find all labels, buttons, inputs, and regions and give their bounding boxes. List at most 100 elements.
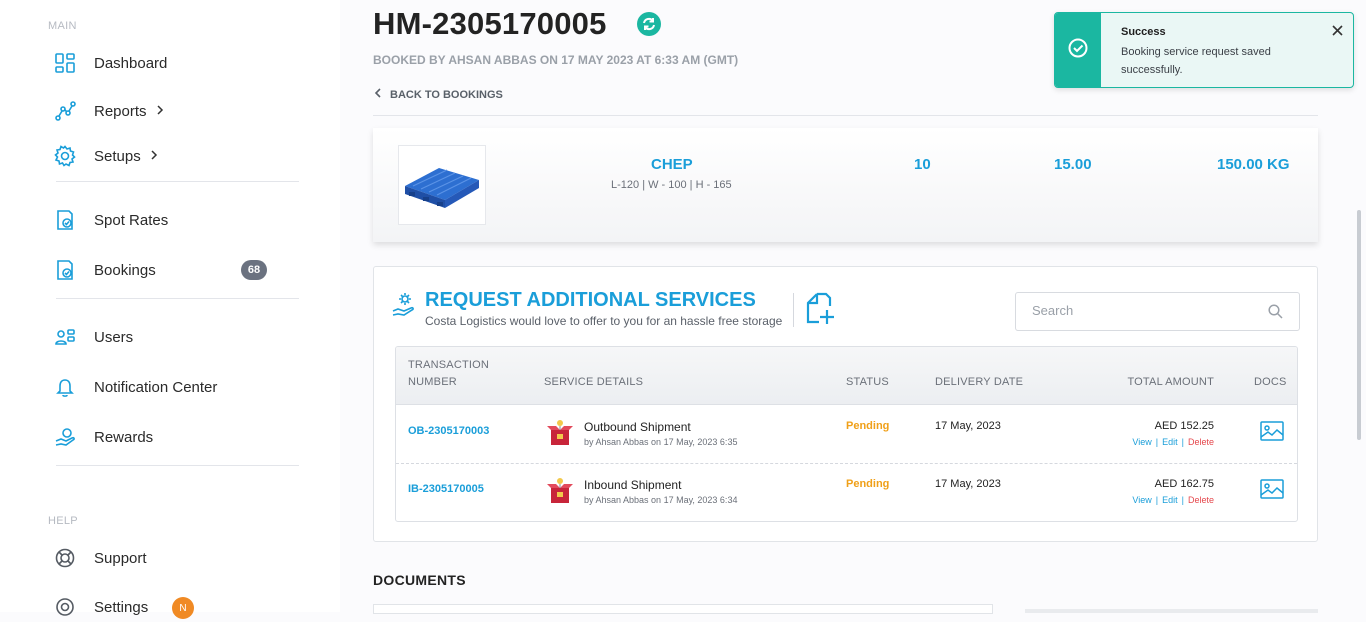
sidebar-divider bbox=[56, 465, 299, 466]
gear-icon bbox=[52, 594, 78, 620]
close-icon[interactable] bbox=[1332, 23, 1343, 41]
support-icon bbox=[52, 545, 78, 571]
sidebar-item-spot-rates[interactable]: Spot Rates bbox=[52, 205, 168, 235]
sidebar-item-label: Reports bbox=[94, 102, 147, 120]
status-badge: Pending bbox=[846, 420, 890, 432]
pallet-name: CHEP bbox=[651, 156, 693, 173]
edit-link[interactable]: Edit bbox=[1162, 495, 1178, 505]
sidebar-item-reports[interactable]: Reports bbox=[52, 96, 165, 126]
shipment-box-icon bbox=[546, 476, 574, 511]
sidebar-item-dashboard[interactable]: Dashboard bbox=[52, 48, 167, 78]
sidebar-item-settings[interactable]: Settings bbox=[52, 592, 148, 622]
page-scrollbar[interactable] bbox=[1357, 210, 1361, 440]
delivery-date: 17 May, 2023 bbox=[935, 478, 1001, 490]
sidebar-item-notification-center[interactable]: Notification Center bbox=[52, 372, 217, 402]
shipment-box-icon bbox=[546, 418, 574, 453]
table-row: IB-2305170005 Inbound Shipment by Ahsan … bbox=[396, 464, 1297, 521]
delete-link[interactable]: Delete bbox=[1188, 437, 1214, 447]
edit-link[interactable]: Edit bbox=[1162, 437, 1178, 447]
sidebar-item-label: Support bbox=[94, 549, 147, 567]
sidebar-item-label: Notification Center bbox=[94, 378, 218, 396]
document-image-icon[interactable] bbox=[1260, 421, 1284, 446]
sidebar-item-label: Users bbox=[94, 328, 134, 346]
additional-services-panel: REQUEST ADDITIONAL SERVICES Costa Logist… bbox=[373, 266, 1318, 542]
col-header-transaction: TRANSACTION NUMBER bbox=[408, 357, 489, 391]
pallet-dimensions: L-120 | W - 100 | H - 165 bbox=[611, 179, 732, 191]
gear-icon bbox=[52, 143, 78, 169]
col-header-status: STATUS bbox=[846, 376, 889, 388]
view-link[interactable]: View bbox=[1132, 437, 1151, 447]
bell-icon bbox=[52, 374, 78, 400]
sidebar-item-rewards[interactable]: Rewards bbox=[52, 422, 153, 452]
back-to-bookings-link[interactable]: BACK TO BOOKINGS bbox=[374, 88, 503, 101]
services-title: REQUEST ADDITIONAL SERVICES bbox=[425, 289, 756, 311]
pallet-unit-weight: 15.00 bbox=[1054, 156, 1092, 173]
col-header-docs: DOCS bbox=[1254, 376, 1287, 388]
add-service-file-icon[interactable] bbox=[804, 292, 836, 331]
delete-link[interactable]: Delete bbox=[1188, 495, 1214, 505]
users-icon bbox=[52, 324, 78, 350]
col-header-transaction-line1: TRANSACTION bbox=[408, 359, 490, 371]
settings-badge: N bbox=[172, 597, 194, 619]
table-row: OB-2305170003 Outbound Shipment by Ahsan… bbox=[396, 406, 1297, 464]
chevron-right-icon bbox=[155, 102, 165, 120]
page-title: HM-2305170005 bbox=[373, 6, 607, 41]
sidebar-item-label: Dashboard bbox=[94, 54, 168, 72]
reports-icon bbox=[52, 98, 78, 124]
sidebar-item-label: Rewards bbox=[94, 428, 154, 446]
sidebar-item-label: Settings bbox=[94, 598, 149, 616]
main-content: HM-2305170005 BOOKED BY AHSAN ABBAS ON 1… bbox=[340, 0, 1366, 614]
pallet-quantity: 10 bbox=[914, 156, 931, 173]
document-image-icon[interactable] bbox=[1260, 479, 1284, 504]
sidebar-divider bbox=[56, 181, 299, 182]
col-header-transaction-line2: NUMBER bbox=[408, 376, 457, 388]
help-section-label: HELP bbox=[48, 515, 78, 527]
sidebar-item-label: Bookings bbox=[94, 261, 156, 279]
success-toast: Success Booking service request saved su… bbox=[1054, 12, 1354, 88]
status-badge: Pending bbox=[846, 478, 890, 490]
pallet-image bbox=[398, 145, 486, 225]
row-actions: View | Edit | Delete bbox=[1132, 495, 1214, 505]
sidebar-item-setups[interactable]: Setups bbox=[52, 141, 159, 171]
col-header-delivery-date: DELIVERY DATE bbox=[935, 376, 1024, 388]
row-actions: View | Edit | Delete bbox=[1132, 437, 1214, 447]
bookings-count-badge: 68 bbox=[241, 260, 267, 280]
refresh-icon[interactable] bbox=[637, 12, 661, 41]
service-author: by Ahsan Abbas on 17 May, 2023 6:35 bbox=[584, 437, 738, 447]
sidebar-item-bookings[interactable]: Bookings bbox=[52, 255, 156, 285]
documents-heading: DOCUMENTS bbox=[373, 572, 466, 588]
sidebar-item-support[interactable]: Support bbox=[52, 543, 147, 573]
transaction-number-link[interactable]: IB-2305170005 bbox=[408, 483, 484, 495]
col-header-total-amount: TOTAL AMOUNT bbox=[1127, 376, 1214, 388]
action-separator: | bbox=[1155, 495, 1159, 505]
chevron-right-icon bbox=[149, 147, 159, 165]
bookings-icon bbox=[52, 257, 78, 283]
check-circle-icon bbox=[1068, 38, 1088, 63]
sidebar-item-users[interactable]: Users bbox=[52, 322, 133, 352]
sidebar-item-label: Setups bbox=[94, 147, 141, 165]
vertical-divider bbox=[793, 293, 794, 327]
table-header: TRANSACTION NUMBER SERVICE DETAILS STATU… bbox=[396, 347, 1297, 405]
search-input[interactable] bbox=[1032, 303, 1262, 318]
search-icon bbox=[1268, 304, 1283, 324]
transaction-number-link[interactable]: OB-2305170003 bbox=[408, 425, 489, 437]
back-link-label: BACK TO BOOKINGS bbox=[390, 88, 503, 101]
pallet-card: CHEP L-120 | W - 100 | H - 165 10 15.00 … bbox=[373, 128, 1318, 242]
service-author: by Ahsan Abbas on 17 May, 2023 6:34 bbox=[584, 495, 738, 505]
services-search-box[interactable] bbox=[1015, 292, 1300, 331]
dashboard-icon bbox=[52, 50, 78, 76]
action-separator: | bbox=[1181, 495, 1184, 505]
view-link[interactable]: View bbox=[1132, 495, 1151, 505]
services-table: TRANSACTION NUMBER SERVICE DETAILS STATU… bbox=[395, 346, 1298, 522]
services-subtitle: Costa Logistics would love to offer to y… bbox=[425, 314, 783, 328]
col-header-service-details: SERVICE DETAILS bbox=[544, 376, 644, 388]
toast-status-stripe bbox=[1055, 13, 1101, 87]
service-hand-gear-icon bbox=[391, 291, 419, 324]
sidebar-divider bbox=[56, 298, 299, 299]
main-section-label: MAIN bbox=[48, 20, 77, 32]
service-name: Inbound Shipment bbox=[584, 478, 682, 492]
documents-panel bbox=[373, 604, 993, 614]
action-separator: | bbox=[1181, 437, 1184, 447]
delivery-date: 17 May, 2023 bbox=[935, 420, 1001, 432]
toast-title: Success bbox=[1121, 26, 1166, 38]
